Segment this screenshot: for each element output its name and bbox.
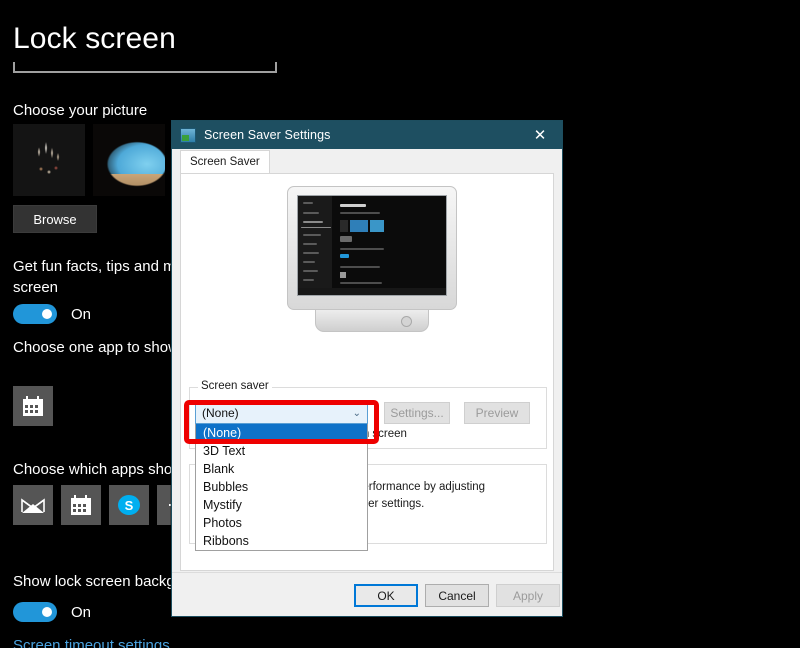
show-background-toggle[interactable]: On: [13, 602, 91, 622]
page-title: Lock screen: [13, 22, 176, 55]
dropdown-option-mystify[interactable]: Mystify: [196, 496, 367, 514]
monitor-preview: [287, 186, 457, 334]
dialog-title: Screen Saver Settings: [204, 128, 331, 142]
app-tile-mail[interactable]: [13, 485, 53, 525]
mail-icon: [21, 498, 45, 513]
toggle-switch-on[interactable]: [13, 304, 57, 324]
dropdown-option-photos[interactable]: Photos: [196, 514, 367, 532]
cancel-button[interactable]: Cancel: [425, 584, 489, 607]
calendar-icon: [23, 395, 43, 416]
skype-icon: S: [118, 495, 140, 515]
toggle-switch-on[interactable]: [13, 602, 57, 622]
screen-saver-settings-button[interactable]: Settings...: [384, 402, 450, 424]
picture-thumbnail-1[interactable]: [13, 124, 85, 196]
screen-timeout-settings-link[interactable]: Screen timeout settings: [13, 637, 170, 648]
fun-facts-toggle[interactable]: On: [13, 304, 91, 324]
apply-button[interactable]: Apply: [496, 584, 560, 607]
picture-thumbnail-2[interactable]: [93, 124, 165, 196]
dialog-tabpage: Screen saver On resume, display log-on s…: [180, 173, 554, 571]
dropdown-option-ribbons[interactable]: Ribbons: [196, 532, 367, 550]
show-background-toggle-label: On: [71, 603, 92, 621]
calendar-icon: [71, 494, 91, 515]
screen-saver-selected-value: (None): [202, 406, 239, 420]
detailed-status-app-row[interactable]: [13, 386, 53, 426]
fun-facts-label-line2: screen: [13, 279, 59, 296]
fun-facts-toggle-label: On: [71, 305, 92, 323]
screen-root: Lock screen Choose your picture Browse G…: [0, 0, 800, 648]
title-underline-bracket: [13, 62, 277, 73]
mini-nav-pane: [298, 196, 332, 295]
dropdown-option-bubbles[interactable]: Bubbles: [196, 478, 367, 496]
monitor-screen: [297, 195, 447, 296]
monitor-stand: [315, 310, 429, 332]
ok-button[interactable]: OK: [354, 584, 418, 607]
quick-status-app-row[interactable]: S: [13, 485, 197, 525]
app-tile-calendar-2[interactable]: [61, 485, 101, 525]
app-tile-calendar[interactable]: [13, 386, 53, 426]
tab-screen-saver[interactable]: Screen Saver: [180, 150, 270, 173]
screen-saver-group-legend: Screen saver: [198, 380, 272, 392]
dialog-tabstrip[interactable]: Screen Saver: [172, 149, 562, 173]
mini-taskbar: [298, 288, 446, 295]
screen-saver-settings-dialog: Screen Saver Settings ✕ Screen Saver Scr…: [171, 120, 563, 617]
dropdown-option-3d-text[interactable]: 3D Text: [196, 442, 367, 460]
close-icon[interactable]: ✕: [518, 121, 562, 149]
screen-saver-preview-button[interactable]: Preview: [464, 402, 530, 424]
screen-saver-icon: [180, 127, 196, 143]
choose-picture-label: Choose your picture: [13, 102, 148, 119]
screen-saver-dropdown[interactable]: (None) ⌄: [195, 402, 368, 424]
browse-button[interactable]: Browse: [13, 205, 97, 233]
svg-text:S: S: [125, 498, 134, 513]
dropdown-option-blank[interactable]: Blank: [196, 460, 367, 478]
monitor-power-button: [401, 316, 412, 327]
chevron-down-icon: ⌄: [352, 407, 361, 419]
screen-saver-dropdown-list[interactable]: (None) 3D Text Blank Bubbles Mystify Pho…: [195, 423, 368, 551]
dialog-footer: OK Cancel Apply: [172, 572, 562, 616]
dropdown-option-none[interactable]: (None): [196, 424, 367, 442]
app-tile-skype[interactable]: S: [109, 485, 149, 525]
dialog-titlebar[interactable]: Screen Saver Settings ✕: [172, 121, 562, 149]
